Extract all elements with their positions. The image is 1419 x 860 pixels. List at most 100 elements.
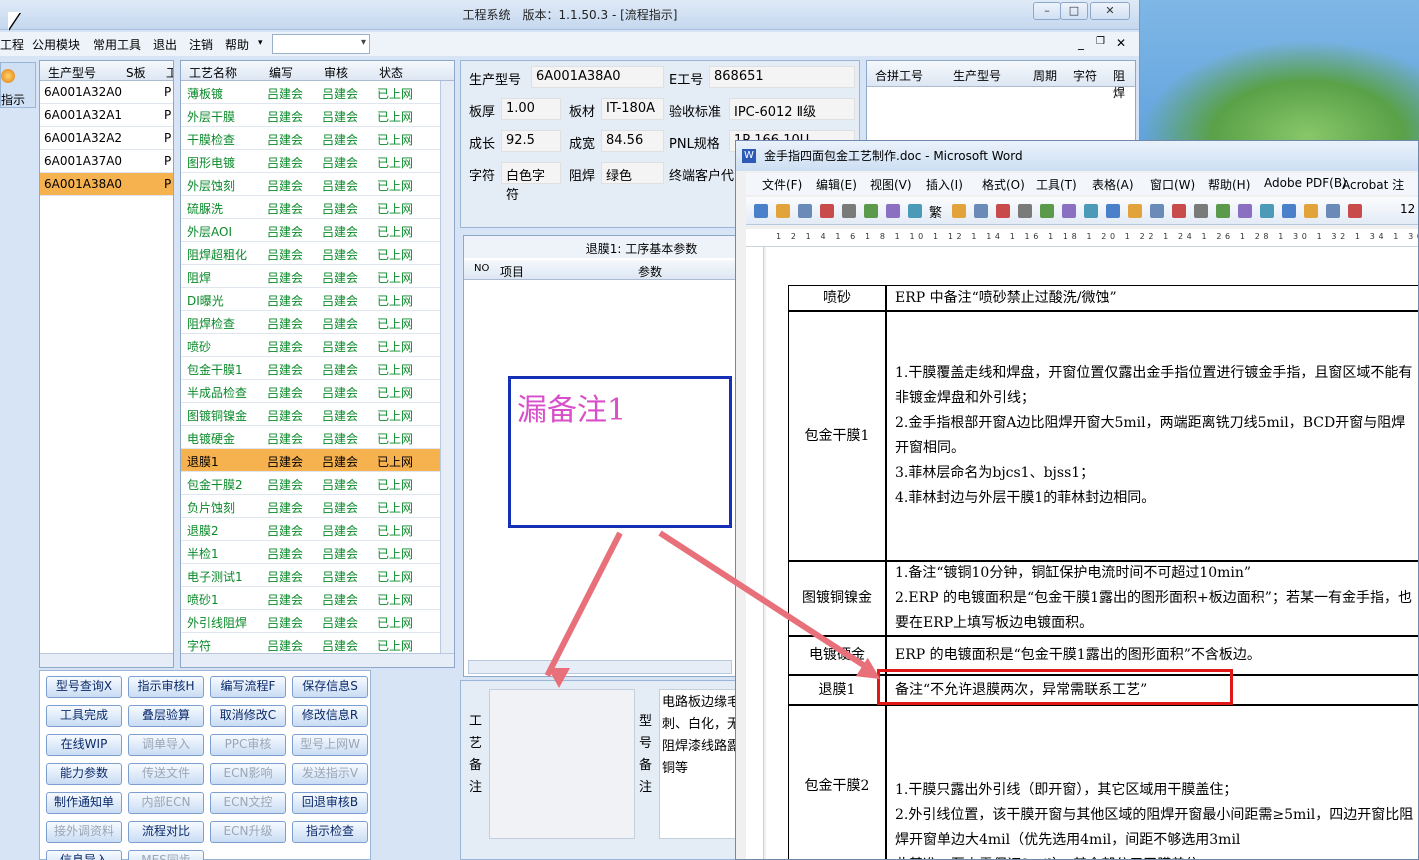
process-row[interactable]: DI曝光 吕建会 吕建会 已上网 xyxy=(181,288,442,311)
toolbar-button-icon[interactable] xyxy=(908,204,922,218)
process-row[interactable]: 薄板镀 吕建会 吕建会 已上网 xyxy=(181,81,442,104)
model-note-text[interactable]: 电路板边缘毛刺、白化，无阻焊漆线路露铜等 xyxy=(659,689,745,839)
mdi-restore-icon[interactable]: ❐ xyxy=(1096,36,1105,47)
toolbar-button-icon[interactable] xyxy=(1062,204,1076,218)
toolbar-button-icon[interactable] xyxy=(1238,204,1252,218)
menu-exit[interactable]: 退出 xyxy=(153,36,177,53)
col-period[interactable]: 周期 xyxy=(1033,67,1057,84)
action-button[interactable]: 编写流程F xyxy=(210,676,286,698)
v-scrollbar[interactable] xyxy=(440,81,454,655)
field-eno[interactable]: 868651 xyxy=(709,66,855,88)
model-row[interactable]: 6A001A32A1 P xyxy=(40,104,173,127)
toolbar-button-icon[interactable] xyxy=(996,204,1010,218)
model-row[interactable]: 6A001A32A0 P xyxy=(40,81,173,104)
col-item[interactable]: 项目 xyxy=(500,263,524,280)
process-row[interactable]: 干膜检查 吕建会 吕建会 已上网 xyxy=(181,127,442,150)
process-row[interactable]: 喷砂1 吕建会 吕建会 已上网 xyxy=(181,587,442,610)
col-no[interactable]: NO xyxy=(474,263,489,274)
doc-row-text[interactable]: ERP 中备注“喷砂禁止过酸洗/微蚀” xyxy=(886,285,1418,311)
col-sboard[interactable]: S板 xyxy=(126,64,146,81)
action-button[interactable]: 型号上网W xyxy=(292,734,368,756)
toolbar-button-icon[interactable] xyxy=(820,204,834,218)
mdi-close-icon[interactable]: ✕ xyxy=(1116,36,1126,50)
action-button[interactable]: 工具完成 xyxy=(46,705,122,727)
process-row[interactable]: 退膜2 吕建会 吕建会 已上网 xyxy=(181,518,442,541)
doc-row-text[interactable]: 1.干膜覆盖走线和焊盘，开窗位置仅露出金手指位置进行镀金手指，且窗区域不能有非镀… xyxy=(886,311,1418,561)
menu-logout[interactable]: 注销 xyxy=(189,36,213,53)
close-button[interactable]: ✕ xyxy=(1090,2,1130,20)
toolbar-button-icon[interactable] xyxy=(974,204,988,218)
field-length[interactable]: 92.5 xyxy=(501,130,561,152)
toolbar-button-icon[interactable] xyxy=(1128,204,1142,218)
col-status[interactable]: 状态 xyxy=(379,64,403,81)
process-row[interactable]: 半检1 吕建会 吕建会 已上网 xyxy=(181,541,442,564)
field-material[interactable]: IT-180A xyxy=(601,98,664,120)
toolbar-button-icon[interactable] xyxy=(1216,204,1230,218)
toolbar-button-icon[interactable] xyxy=(798,204,812,218)
action-button[interactable]: 回退审核B xyxy=(292,792,368,814)
col-extra[interactable]: 工 xyxy=(166,64,173,81)
toolbar-button-icon[interactable] xyxy=(1282,204,1296,218)
action-button[interactable]: 叠层验算 xyxy=(128,705,204,727)
action-button[interactable]: 能力参数 xyxy=(46,763,122,785)
process-row[interactable]: 图镀铜镍金 吕建会 吕建会 已上网 xyxy=(181,403,442,426)
model-row[interactable]: 6A001A37A0 P xyxy=(40,150,173,173)
field-thickness[interactable]: 1.00 xyxy=(501,98,561,120)
word-menu-item[interactable]: 工具(T) xyxy=(1036,176,1077,193)
action-button[interactable]: 接外调资料 xyxy=(46,821,122,843)
toolbar-button-icon[interactable] xyxy=(1326,204,1340,218)
toolbar-button-icon[interactable] xyxy=(886,204,900,218)
process-row[interactable]: 阻焊 吕建会 吕建会 已上网 xyxy=(181,265,442,288)
process-row[interactable]: 阻焊检查 吕建会 吕建会 已上网 xyxy=(181,311,442,334)
field-width[interactable]: 84.56 xyxy=(601,130,664,152)
side-indicate-button[interactable]: 指示 xyxy=(0,62,36,108)
action-button[interactable]: 信息导入 xyxy=(46,850,122,860)
word-menu-item[interactable]: 帮助(H) xyxy=(1208,176,1250,193)
toolbar-button-icon[interactable] xyxy=(1084,204,1098,218)
action-button[interactable]: 内部ECN xyxy=(128,792,204,814)
toolbar-button-icon[interactable] xyxy=(1150,204,1164,218)
zoom-value[interactable]: 12 xyxy=(1400,202,1415,216)
process-row[interactable]: 电镀硬金 吕建会 吕建会 已上网 xyxy=(181,426,442,449)
process-row[interactable]: 图形电镀 吕建会 吕建会 已上网 xyxy=(181,150,442,173)
action-button[interactable]: 保存信息S xyxy=(292,676,368,698)
doc-row-text[interactable]: 1.干膜只露出外引线（即开窗），其它区域用干膜盖住； 2.外引线位置，该干膜开窗… xyxy=(886,705,1418,859)
toolbar-button-icon[interactable] xyxy=(1040,204,1054,218)
action-button[interactable]: 在线WIP xyxy=(46,734,122,756)
action-button[interactable]: ECN文控 xyxy=(210,792,286,814)
process-row[interactable]: 电子测试1 吕建会 吕建会 已上网 xyxy=(181,564,442,587)
toolbar-button-icon[interactable] xyxy=(952,204,966,218)
process-row[interactable]: 包金干膜2 吕建会 吕建会 已上网 xyxy=(181,472,442,495)
process-row[interactable]: 外层干膜 吕建会 吕建会 已上网 xyxy=(181,104,442,127)
action-button[interactable]: 指示检查 xyxy=(292,821,368,843)
action-button[interactable]: ECN影响 xyxy=(210,763,286,785)
action-button[interactable]: MES同步 xyxy=(128,850,204,860)
col-writer[interactable]: 编写 xyxy=(269,64,293,81)
word-menu-item[interactable]: 文件(F) xyxy=(762,176,802,193)
process-row[interactable]: 退膜1 吕建会 吕建会 已上网 xyxy=(181,449,442,472)
word-menu-item[interactable]: 窗口(W) xyxy=(1150,176,1195,193)
toolbar-button-icon[interactable] xyxy=(1018,204,1032,218)
action-button[interactable]: 传送文件 xyxy=(128,763,204,785)
process-row[interactable]: 外引线阻焊 吕建会 吕建会 已上网 xyxy=(181,610,442,633)
action-button[interactable]: 指示审核H xyxy=(128,676,204,698)
toolbar-button-icon[interactable] xyxy=(864,204,878,218)
toolbar-button-icon[interactable] xyxy=(754,204,768,218)
menu-project[interactable]: 工程 xyxy=(0,36,24,53)
col-process[interactable]: 工艺名称 xyxy=(189,64,237,81)
word-menu-item[interactable]: 视图(V) xyxy=(870,176,912,193)
process-row[interactable]: 半成品检查 吕建会 吕建会 已上网 xyxy=(181,380,442,403)
menu-tools[interactable]: 常用工具 xyxy=(93,36,141,53)
toolbar-button-icon[interactable] xyxy=(842,204,856,218)
col-model[interactable]: 生产型号 xyxy=(48,64,96,81)
h-scrollbar[interactable] xyxy=(40,653,173,667)
action-button[interactable]: 流程对比 xyxy=(128,821,204,843)
toolbar-combo[interactable] xyxy=(272,34,370,54)
minimize-button[interactable]: – xyxy=(1033,2,1061,20)
menu-public[interactable]: 公用模块 xyxy=(32,36,80,53)
toolbar-button-icon[interactable] xyxy=(776,204,790,218)
action-button[interactable]: 取消修改C xyxy=(210,705,286,727)
h-scrollbar-process[interactable] xyxy=(181,653,454,667)
action-button[interactable]: 发送指示V xyxy=(292,763,368,785)
toolbar-button-icon[interactable] xyxy=(1304,204,1318,218)
